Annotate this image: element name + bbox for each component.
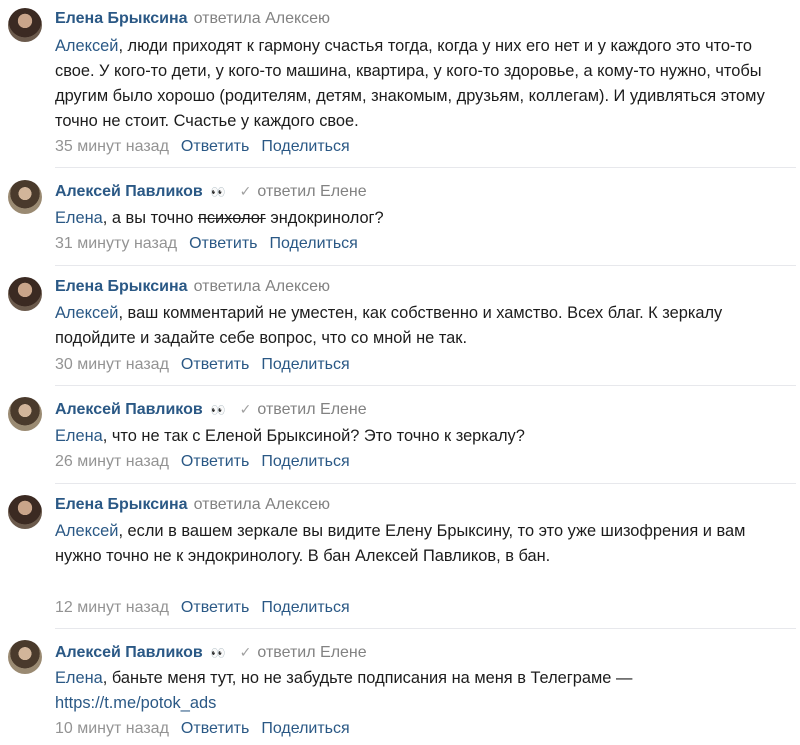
addressee-link[interactable]: Елена [55, 209, 103, 227]
eyes-badge-icon: 👀 [210, 646, 226, 660]
avatar[interactable] [8, 277, 42, 311]
eyes-badge-icon: 👀 [210, 403, 226, 417]
timestamp[interactable]: 31 минуту назад [55, 235, 177, 252]
author-name[interactable]: Алексей Павликов [55, 401, 203, 418]
comment-text: Елена, баньте меня тут, но не забудьте п… [55, 669, 633, 712]
comment-header: Алексей Павликов 👀 ✓ ответил Елене [55, 181, 367, 202]
reply-button[interactable]: Ответить [181, 138, 249, 155]
author-name[interactable]: Елена Брыксина [55, 10, 188, 27]
comment-header: Елена Брыксина ответила Алексею [55, 9, 330, 29]
addressee-link[interactable]: Елена [55, 669, 103, 687]
comment-meta: 10 минут назад Ответить Поделиться [55, 719, 350, 739]
replied-to[interactable]: ответил Елене [257, 183, 366, 200]
divider [55, 483, 796, 484]
share-button[interactable]: Поделиться [261, 356, 349, 373]
comment-text: Алексей, ваш комментарий не уместен, как… [55, 304, 723, 347]
comment-meta: 26 минут назад Ответить Поделиться [55, 452, 350, 472]
divider [55, 167, 796, 168]
avatar[interactable] [8, 397, 42, 431]
timestamp[interactable]: 12 минут назад [55, 599, 169, 616]
comment-meta: 30 минут назад Ответить Поделиться [55, 355, 350, 375]
avatar[interactable] [8, 495, 42, 529]
replied-to[interactable]: ответил Елене [257, 644, 366, 661]
comment-header: Алексей Павликов 👀 ✓ ответил Елене [55, 642, 367, 663]
author-name[interactable]: Алексей Павликов [55, 183, 203, 200]
share-button[interactable]: Поделиться [261, 138, 349, 155]
comment-meta: 12 минут назад Ответить Поделиться [55, 598, 350, 618]
avatar[interactable] [8, 8, 42, 42]
check-icon: ✓ [239, 183, 252, 199]
check-icon: ✓ [239, 644, 252, 660]
avatar[interactable] [8, 180, 42, 214]
timestamp[interactable]: 35 минут назад [55, 138, 169, 155]
comment-header: Елена Брыксина ответила Алексею [55, 277, 330, 297]
replied-to[interactable]: ответила Алексею [194, 496, 331, 513]
share-button[interactable]: Поделиться [261, 720, 349, 737]
author-name[interactable]: Елена Брыксина [55, 496, 188, 513]
divider [55, 385, 796, 386]
replied-to[interactable]: ответила Алексею [194, 10, 331, 27]
timestamp[interactable]: 30 минут назад [55, 356, 169, 373]
divider [55, 628, 796, 629]
timestamp[interactable]: 26 минут назад [55, 453, 169, 470]
eyes-badge-icon: 👀 [210, 185, 226, 199]
comment-text: Алексей, люди приходят к гармону счастья… [55, 37, 765, 130]
comment-meta: 35 минут назад Ответить Поделиться [55, 137, 350, 157]
avatar[interactable] [8, 640, 42, 674]
reply-button[interactable]: Ответить [181, 720, 249, 737]
addressee-link[interactable]: Алексей [55, 304, 118, 322]
comment-text: Елена, что не так с Еленой Брыксиной? Эт… [55, 427, 525, 445]
comment-meta: 31 минуту назад Ответить Поделиться [55, 234, 358, 254]
replied-to[interactable]: ответила Алексею [194, 278, 331, 295]
reply-button[interactable]: Ответить [181, 599, 249, 616]
share-button[interactable]: Поделиться [261, 599, 349, 616]
check-icon: ✓ [239, 401, 252, 417]
share-button[interactable]: Поделиться [269, 235, 357, 252]
timestamp[interactable]: 10 минут назад [55, 720, 169, 737]
comment-text: Алексей, если в вашем зеркале вы видите … [55, 522, 746, 565]
divider [55, 265, 796, 266]
comment-header: Елена Брыксина ответила Алексею [55, 495, 330, 515]
strikethrough-text: психолог [197, 209, 266, 227]
author-name[interactable]: Елена Брыксина [55, 278, 188, 295]
comment-text: Елена, а вы точно психолог эндокринолог? [55, 209, 384, 227]
reply-button[interactable]: Ответить [181, 356, 249, 373]
share-button[interactable]: Поделиться [261, 453, 349, 470]
replied-to[interactable]: ответил Елене [257, 401, 366, 418]
addressee-link[interactable]: Алексей [55, 37, 118, 55]
addressee-link[interactable]: Алексей [55, 522, 118, 540]
author-name[interactable]: Алексей Павликов [55, 644, 203, 661]
addressee-link[interactable]: Елена [55, 427, 103, 445]
telegram-link[interactable]: https://t.me/potok_ads [55, 694, 216, 712]
reply-button[interactable]: Ответить [181, 453, 249, 470]
reply-button[interactable]: Ответить [189, 235, 257, 252]
comment-header: Алексей Павликов 👀 ✓ ответил Елене [55, 399, 367, 420]
